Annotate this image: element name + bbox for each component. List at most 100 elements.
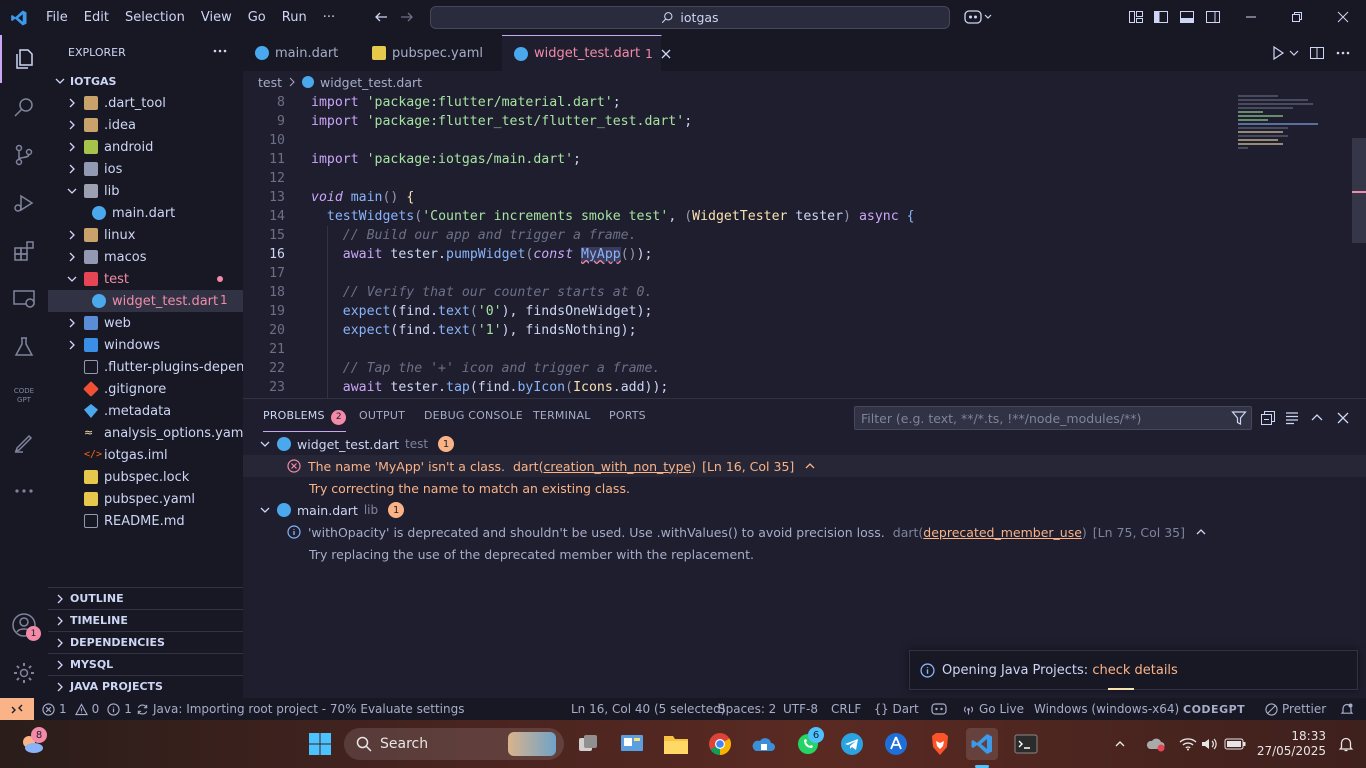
control-panel-icon[interactable] xyxy=(616,728,648,760)
chrome-icon[interactable] xyxy=(704,728,736,760)
customize-layout-icon[interactable] xyxy=(1127,8,1145,26)
run-icon[interactable] xyxy=(1270,45,1286,61)
minimize-icon[interactable] xyxy=(1242,8,1260,26)
tree-item-metadata[interactable]: .metadata xyxy=(48,400,243,422)
section-java-projects[interactable]: JAVA PROJECTS xyxy=(48,675,243,697)
testing-icon[interactable] xyxy=(0,323,48,371)
show-hidden-icons-chevron-icon[interactable] xyxy=(1108,728,1132,760)
search-activity-icon[interactable] xyxy=(0,83,48,131)
notification-center-bell-icon[interactable] xyxy=(1332,728,1360,760)
cloud-sync-icon[interactable] xyxy=(1142,728,1170,760)
tree-item-macos[interactable]: macos xyxy=(48,246,243,268)
chevron-up-icon[interactable] xyxy=(1195,526,1207,538)
extensions-icon[interactable] xyxy=(0,227,48,275)
problem-group-widget-test[interactable]: widget_test.dart test 1 xyxy=(243,433,1366,455)
collapse-all-icon[interactable] xyxy=(1260,410,1276,426)
tree-item-idea[interactable]: .idea xyxy=(48,114,243,136)
clock[interactable]: 18:33 27/05/2025 xyxy=(1256,728,1326,760)
toggle-secondary-sidebar-icon[interactable] xyxy=(1204,8,1222,26)
app-store-icon[interactable] xyxy=(880,728,912,760)
codegpt-status[interactable]: CODEGPT xyxy=(1183,698,1245,720)
menu-go[interactable]: Go xyxy=(240,0,274,35)
volume-icon[interactable] xyxy=(1198,728,1222,760)
go-live-button[interactable]: Go Live xyxy=(962,698,1024,720)
breadcrumb-folder[interactable]: test xyxy=(258,75,282,90)
panel-tab-ports[interactable]: PORTS xyxy=(609,409,646,422)
problem-code-link[interactable]: deprecated_member_use xyxy=(923,525,1082,540)
problem-code-link[interactable]: creation_with_non_type xyxy=(543,459,691,474)
tree-item-widget-test-dart[interactable]: widget_test.dart 1 xyxy=(48,290,243,312)
tree-item-readme[interactable]: README.md xyxy=(48,510,243,532)
notifications-bell-icon[interactable] xyxy=(1340,698,1354,720)
tree-item-linux[interactable]: linux xyxy=(48,224,243,246)
breadcrumb-file[interactable]: widget_test.dart xyxy=(320,75,422,90)
manage-gear-icon[interactable] xyxy=(0,649,48,697)
notification-link[interactable]: check details xyxy=(1092,663,1178,678)
accounts-icon[interactable] xyxy=(0,601,48,649)
file-explorer-icon[interactable] xyxy=(660,728,692,760)
menu-run[interactable]: Run xyxy=(274,0,315,35)
editor-more-icon[interactable] xyxy=(1335,45,1351,61)
toggle-sidebar-icon[interactable] xyxy=(1152,8,1170,26)
section-mysql[interactable]: MYSQL xyxy=(48,653,243,675)
problem-group-main-dart[interactable]: main.dart lib 1 xyxy=(243,499,1366,521)
notification-toast[interactable]: Opening Java Projects: check details xyxy=(909,650,1358,690)
tree-item-iotgas-iml[interactable]: </> iotgas.iml xyxy=(48,444,243,466)
edit-icon[interactable] xyxy=(0,419,48,467)
taskbar-search[interactable]: Search xyxy=(344,728,564,760)
run-dropdown-chevron-icon[interactable] xyxy=(1289,48,1299,58)
cursor-position[interactable]: Ln 16, Col 40 (5 selected) xyxy=(571,698,725,720)
restore-icon[interactable] xyxy=(1288,8,1306,26)
panel-tab-problems[interactable]: PROBLEMS 2 xyxy=(263,409,347,432)
tree-root-iotgas[interactable]: IOTGAS xyxy=(48,70,243,92)
menu-more[interactable]: ··· xyxy=(315,0,343,35)
close-panel-icon[interactable] xyxy=(1335,410,1351,426)
tab-main-dart[interactable]: main.dart xyxy=(243,35,360,71)
forward-arrow-icon[interactable] xyxy=(398,8,416,26)
panel-tab-debug-console[interactable]: DEBUG CONSOLE xyxy=(424,409,523,422)
copilot-status-icon[interactable] xyxy=(931,698,947,720)
explorer-icon[interactable] xyxy=(0,35,48,83)
menu-selection[interactable]: Selection xyxy=(117,0,193,35)
problems-status[interactable]: 1 0 1 xyxy=(42,698,132,720)
tree-item-test[interactable]: test xyxy=(48,268,243,290)
toggle-panel-icon[interactable] xyxy=(1178,8,1196,26)
close-window-icon[interactable] xyxy=(1334,8,1352,26)
menu-edit[interactable]: Edit xyxy=(76,0,117,35)
language-mode[interactable]: {} Dart xyxy=(874,698,919,720)
split-editor-icon[interactable] xyxy=(1309,45,1325,61)
tree-item-android[interactable]: android xyxy=(48,136,243,158)
back-arrow-icon[interactable] xyxy=(372,8,390,26)
tree-item-web[interactable]: web xyxy=(48,312,243,334)
section-outline[interactable]: OUTLINE xyxy=(48,587,243,609)
problems-filter-input[interactable] xyxy=(854,406,1252,430)
minimap[interactable] xyxy=(1238,93,1328,153)
java-status[interactable]: Java: Importing root project - 70% Evalu… xyxy=(136,698,464,720)
menu-view[interactable]: View xyxy=(193,0,240,35)
panel-tab-terminal[interactable]: TERMINAL xyxy=(533,409,591,422)
command-center-search[interactable]: iotgas xyxy=(430,6,950,29)
prettier-status[interactable]: Prettier xyxy=(1265,698,1326,720)
tree-item-gitignore[interactable]: .gitignore xyxy=(48,378,243,400)
tab-widget-test-dart[interactable]: widget_test.dart 1 xyxy=(502,35,671,71)
menu-file[interactable]: File xyxy=(38,0,76,35)
problem-item-error[interactable]: The name 'MyApp' isn't a class. dart(cre… xyxy=(243,455,1366,477)
remote-indicator[interactable] xyxy=(0,698,34,720)
codegpt-icon[interactable]: CODE GPT xyxy=(0,371,48,419)
tree-item-dart-tool[interactable]: .dart_tool xyxy=(48,92,243,114)
maximize-panel-icon[interactable] xyxy=(1309,410,1325,426)
tree-item-lib[interactable]: lib xyxy=(48,180,243,202)
run-debug-icon[interactable] xyxy=(0,179,48,227)
app-cloud-icon[interactable] xyxy=(748,728,780,760)
tab-pubspec-yaml[interactable]: pubspec.yaml xyxy=(360,35,502,71)
tree-item-flutter-plugins[interactable]: .flutter-plugins-depen... xyxy=(48,356,243,378)
more-views-icon[interactable] xyxy=(0,467,48,515)
brave-browser-icon[interactable] xyxy=(924,728,956,760)
tree-item-analysis-options[interactable]: ≈ analysis_options.yaml xyxy=(48,422,243,444)
indentation[interactable]: Spaces: 2 xyxy=(718,698,776,720)
section-dependencies[interactable]: DEPENDENCIES xyxy=(48,631,243,653)
remote-explorer-icon[interactable] xyxy=(0,275,48,323)
flutter-device[interactable]: Windows (windows-x64) xyxy=(1034,698,1179,720)
tree-item-ios[interactable]: ios xyxy=(48,158,243,180)
chevron-up-icon[interactable] xyxy=(804,460,816,472)
